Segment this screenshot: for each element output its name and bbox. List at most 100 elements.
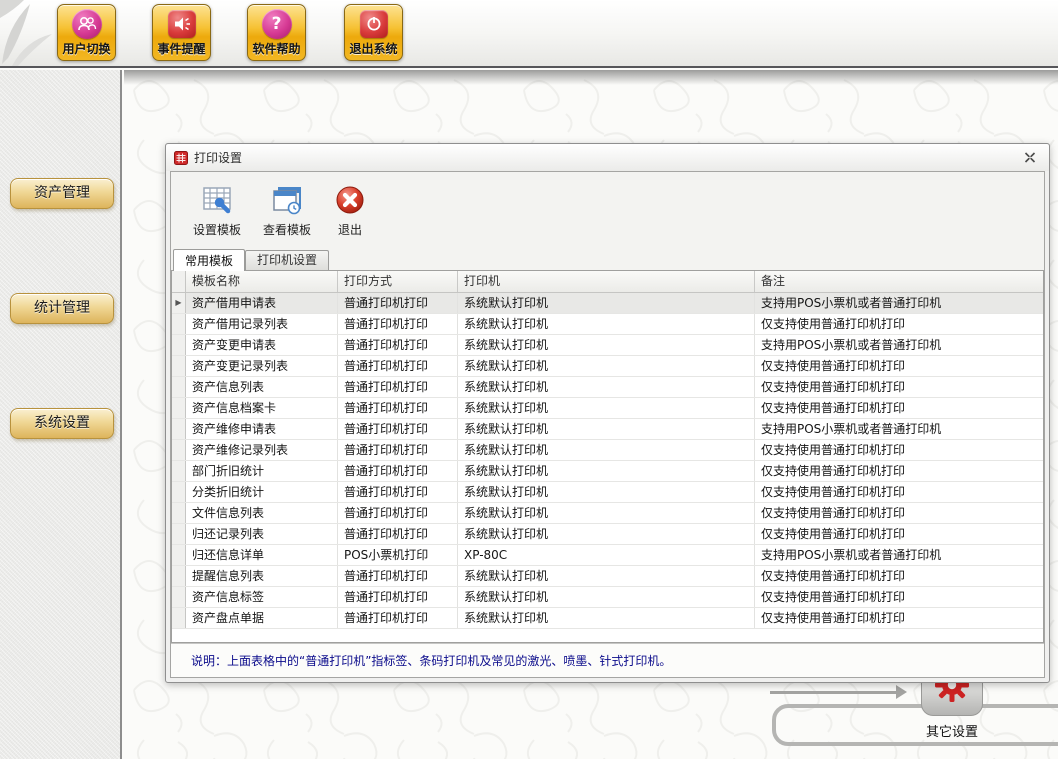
table-cell[interactable]: 支持用POS小票机或者普通打印机 (755, 335, 1043, 355)
table-cell[interactable]: 资产盘点单据 (186, 608, 338, 628)
table-cell[interactable]: 普通打印机打印 (338, 587, 458, 607)
table-cell[interactable]: 普通打印机打印 (338, 398, 458, 418)
dialog-exit-button[interactable]: 退出 (325, 180, 375, 242)
row-selector[interactable] (172, 503, 186, 523)
table-cell[interactable]: 归还信息详单 (186, 545, 338, 565)
set-template-button[interactable]: 设置模板 (185, 180, 249, 242)
tab-common-templates[interactable]: 常用模板 (173, 249, 245, 271)
sidebar-item-asset-management[interactable]: 资产管理 (10, 178, 114, 209)
table-cell[interactable]: 系统默认打印机 (458, 377, 755, 397)
tab-printer-settings[interactable]: 打印机设置 (245, 250, 329, 270)
table-row[interactable]: 资产借用记录列表普通打印机打印系统默认打印机仅支持使用普通打印机打印 (172, 314, 1043, 335)
table-cell[interactable]: 资产变更申请表 (186, 335, 338, 355)
table-cell[interactable]: 普通打印机打印 (338, 566, 458, 586)
table-cell[interactable]: 文件信息列表 (186, 503, 338, 523)
table-cell[interactable]: 系统默认打印机 (458, 608, 755, 628)
header-template-name[interactable]: 模板名称 (186, 271, 338, 292)
table-cell[interactable]: 资产借用申请表 (186, 293, 338, 313)
table-cell[interactable]: 仅支持使用普通打印机打印 (755, 524, 1043, 544)
table-cell[interactable]: POS小票机打印 (338, 545, 458, 565)
table-cell[interactable]: 资产借用记录列表 (186, 314, 338, 334)
exit-system-button[interactable]: 退出系统 (344, 4, 403, 61)
table-cell[interactable]: 普通打印机打印 (338, 461, 458, 481)
dialog-titlebar[interactable]: 打印设置 (166, 144, 1049, 171)
table-cell[interactable]: 普通打印机打印 (338, 503, 458, 523)
table-cell[interactable]: 仅支持使用普通打印机打印 (755, 587, 1043, 607)
table-cell[interactable]: 系统默认打印机 (458, 356, 755, 376)
table-row[interactable]: 资产信息列表普通打印机打印系统默认打印机仅支持使用普通打印机打印 (172, 377, 1043, 398)
table-cell[interactable]: 支持用POS小票机或者普通打印机 (755, 419, 1043, 439)
table-cell[interactable]: 系统默认打印机 (458, 461, 755, 481)
row-selector[interactable] (172, 608, 186, 628)
row-selector[interactable] (172, 419, 186, 439)
row-selector[interactable] (172, 587, 186, 607)
header-printer[interactable]: 打印机 (458, 271, 755, 292)
table-cell[interactable]: 系统默认打印机 (458, 314, 755, 334)
table-cell[interactable]: 支持用POS小票机或者普通打印机 (755, 293, 1043, 313)
row-selector[interactable] (172, 440, 186, 460)
table-cell[interactable]: 仅支持使用普通打印机打印 (755, 566, 1043, 586)
table-cell[interactable]: 仅支持使用普通打印机打印 (755, 356, 1043, 376)
table-cell[interactable]: 系统默认打印机 (458, 335, 755, 355)
software-help-button[interactable]: ? 软件帮助 (247, 4, 306, 61)
table-cell[interactable]: 系统默认打印机 (458, 524, 755, 544)
row-selector[interactable] (172, 482, 186, 502)
table-row[interactable]: ▶资产借用申请表普通打印机打印系统默认打印机支持用POS小票机或者普通打印机 (172, 293, 1043, 314)
table-row[interactable]: 归还信息详单POS小票机打印XP-80C支持用POS小票机或者普通打印机 (172, 545, 1043, 566)
table-cell[interactable]: 仅支持使用普通打印机打印 (755, 608, 1043, 628)
row-selector[interactable]: ▶ (172, 293, 186, 313)
table-cell[interactable]: 普通打印机打印 (338, 524, 458, 544)
table-cell[interactable]: 普通打印机打印 (338, 377, 458, 397)
header-print-method[interactable]: 打印方式 (338, 271, 458, 292)
table-cell[interactable]: 仅支持使用普通打印机打印 (755, 503, 1043, 523)
table-row[interactable]: 提醒信息列表普通打印机打印系统默认打印机仅支持使用普通打印机打印 (172, 566, 1043, 587)
header-remarks[interactable]: 备注 (755, 271, 1043, 292)
sidebar-item-system-settings[interactable]: 系统设置 (10, 408, 114, 439)
table-row[interactable]: 归还记录列表普通打印机打印系统默认打印机仅支持使用普通打印机打印 (172, 524, 1043, 545)
row-selector[interactable] (172, 566, 186, 586)
table-cell[interactable]: 系统默认打印机 (458, 587, 755, 607)
table-row[interactable]: 资产信息档案卡普通打印机打印系统默认打印机仅支持使用普通打印机打印 (172, 398, 1043, 419)
table-cell[interactable]: 仅支持使用普通打印机打印 (755, 482, 1043, 502)
table-cell[interactable]: 提醒信息列表 (186, 566, 338, 586)
table-row[interactable]: 资产变更申请表普通打印机打印系统默认打印机支持用POS小票机或者普通打印机 (172, 335, 1043, 356)
table-row[interactable]: 资产维修记录列表普通打印机打印系统默认打印机仅支持使用普通打印机打印 (172, 440, 1043, 461)
table-row[interactable]: 资产盘点单据普通打印机打印系统默认打印机仅支持使用普通打印机打印 (172, 608, 1043, 629)
table-cell[interactable]: 分类折旧统计 (186, 482, 338, 502)
table-cell[interactable]: 系统默认打印机 (458, 566, 755, 586)
table-cell[interactable]: 系统默认打印机 (458, 419, 755, 439)
table-cell[interactable]: 普通打印机打印 (338, 482, 458, 502)
table-row[interactable]: 部门折旧统计普通打印机打印系统默认打印机仅支持使用普通打印机打印 (172, 461, 1043, 482)
sidebar-item-statistics-management[interactable]: 统计管理 (10, 293, 114, 324)
row-selector[interactable] (172, 461, 186, 481)
table-cell[interactable]: XP-80C (458, 545, 755, 565)
table-cell[interactable]: 资产变更记录列表 (186, 356, 338, 376)
table-cell[interactable]: 资产信息列表 (186, 377, 338, 397)
row-selector[interactable] (172, 545, 186, 565)
table-cell[interactable]: 仅支持使用普通打印机打印 (755, 377, 1043, 397)
table-cell[interactable]: 系统默认打印机 (458, 293, 755, 313)
table-cell[interactable]: 普通打印机打印 (338, 335, 458, 355)
table-cell[interactable]: 普通打印机打印 (338, 608, 458, 628)
table-cell[interactable]: 普通打印机打印 (338, 419, 458, 439)
table-cell[interactable]: 普通打印机打印 (338, 356, 458, 376)
table-cell[interactable]: 普通打印机打印 (338, 440, 458, 460)
table-row[interactable]: 资产信息标签普通打印机打印系统默认打印机仅支持使用普通打印机打印 (172, 587, 1043, 608)
table-row[interactable]: 文件信息列表普通打印机打印系统默认打印机仅支持使用普通打印机打印 (172, 503, 1043, 524)
table-cell[interactable]: 归还记录列表 (186, 524, 338, 544)
row-selector[interactable] (172, 524, 186, 544)
table-cell[interactable]: 普通打印机打印 (338, 314, 458, 334)
table-row[interactable]: 资产变更记录列表普通打印机打印系统默认打印机仅支持使用普通打印机打印 (172, 356, 1043, 377)
table-cell[interactable]: 系统默认打印机 (458, 440, 755, 460)
row-selector[interactable] (172, 377, 186, 397)
table-row[interactable]: 资产维修申请表普通打印机打印系统默认打印机支持用POS小票机或者普通打印机 (172, 419, 1043, 440)
table-cell[interactable]: 仅支持使用普通打印机打印 (755, 398, 1043, 418)
view-template-button[interactable]: 查看模板 (255, 180, 319, 242)
row-selector[interactable] (172, 356, 186, 376)
table-cell[interactable]: 普通打印机打印 (338, 293, 458, 313)
table-cell[interactable]: 系统默认打印机 (458, 503, 755, 523)
table-cell[interactable]: 仅支持使用普通打印机打印 (755, 440, 1043, 460)
table-cell[interactable]: 系统默认打印机 (458, 398, 755, 418)
table-cell[interactable]: 仅支持使用普通打印机打印 (755, 461, 1043, 481)
table-cell[interactable]: 仅支持使用普通打印机打印 (755, 314, 1043, 334)
